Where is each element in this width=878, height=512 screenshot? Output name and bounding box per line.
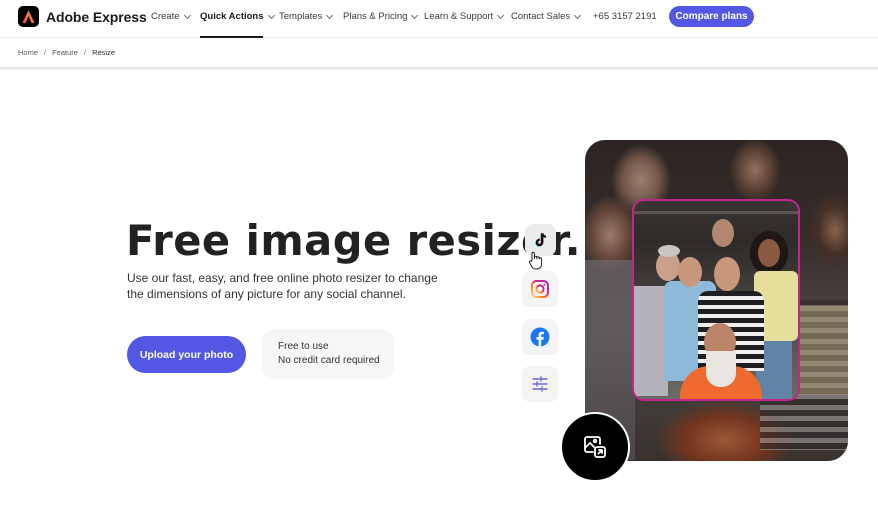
nav-label: Contact Sales: [511, 11, 571, 22]
info-line-free: Free to use: [278, 341, 329, 352]
breadcrumb-separator: /: [83, 48, 87, 57]
nav-create[interactable]: Create: [151, 11, 191, 22]
upload-photo-button[interactable]: Upload your photo: [127, 336, 246, 373]
phone-link[interactable]: +65 3157 2191: [593, 11, 657, 22]
nav-templates[interactable]: Templates: [279, 11, 334, 22]
page-title: Free image resizer.: [126, 216, 582, 265]
face: [714, 257, 740, 291]
face: [678, 257, 702, 287]
nav-quick-actions[interactable]: Quick Actions: [200, 11, 275, 22]
photo-detail: [706, 351, 736, 387]
face: [712, 219, 734, 247]
brand-name: Adobe Express: [46, 8, 147, 25]
top-navigation: Adobe Express Create Quick Actions Templ…: [0, 0, 878, 38]
crop-frame[interactable]: [632, 199, 800, 401]
hand-cursor-icon: [528, 251, 543, 270]
resize-action-button[interactable]: [560, 412, 630, 482]
nav-label: Plans & Pricing: [343, 11, 408, 22]
brand-logo[interactable]: Adobe Express: [18, 6, 147, 27]
breadcrumb-separator: /: [44, 48, 47, 57]
breadcrumb-current: Resize: [92, 48, 115, 57]
hero-description: Use our fast, easy, and free online phot…: [127, 271, 438, 301]
adjustments-icon: [532, 376, 548, 392]
chevron-down-icon: [574, 11, 582, 19]
compare-plans-button[interactable]: Compare plans: [669, 6, 754, 27]
photo-detail: [634, 286, 668, 396]
chevron-down-icon: [267, 11, 275, 19]
photo-detail: [634, 211, 798, 214]
breadcrumb-feature[interactable]: Feature: [52, 48, 78, 57]
adobe-express-logo-icon: [18, 6, 39, 27]
nav-label: Learn & Support: [424, 11, 494, 22]
chevron-down-icon: [411, 11, 419, 19]
chevron-down-icon: [326, 11, 334, 19]
chevron-down-icon: [497, 11, 505, 19]
facebook-icon: [530, 327, 550, 347]
chevron-down-icon: [183, 11, 191, 19]
breadcrumb: Home / Feature / Resize: [18, 48, 115, 57]
instagram-button[interactable]: [522, 271, 558, 307]
breadcrumb-home[interactable]: Home: [18, 48, 38, 57]
nav-label: Create: [151, 11, 180, 22]
info-line-no-card: No credit card required: [278, 355, 380, 366]
facebook-button[interactable]: [522, 319, 558, 355]
nav-label: Templates: [279, 11, 323, 22]
breadcrumb-divider: [0, 67, 878, 70]
active-tab-indicator: [200, 36, 263, 38]
image-resize-icon: [584, 436, 606, 458]
face: [758, 239, 780, 267]
tiktok-icon: [534, 233, 546, 247]
nav-learn-support[interactable]: Learn & Support: [424, 11, 505, 22]
nav-label: Quick Actions: [200, 11, 264, 22]
hair: [658, 245, 680, 257]
adjustments-button[interactable]: [522, 366, 558, 402]
nav-plans-pricing[interactable]: Plans & Pricing: [343, 11, 419, 22]
instagram-icon: [531, 280, 549, 298]
pricing-info-card: Free to use No credit card required: [262, 329, 394, 379]
nav-contact-sales[interactable]: Contact Sales: [511, 11, 582, 22]
